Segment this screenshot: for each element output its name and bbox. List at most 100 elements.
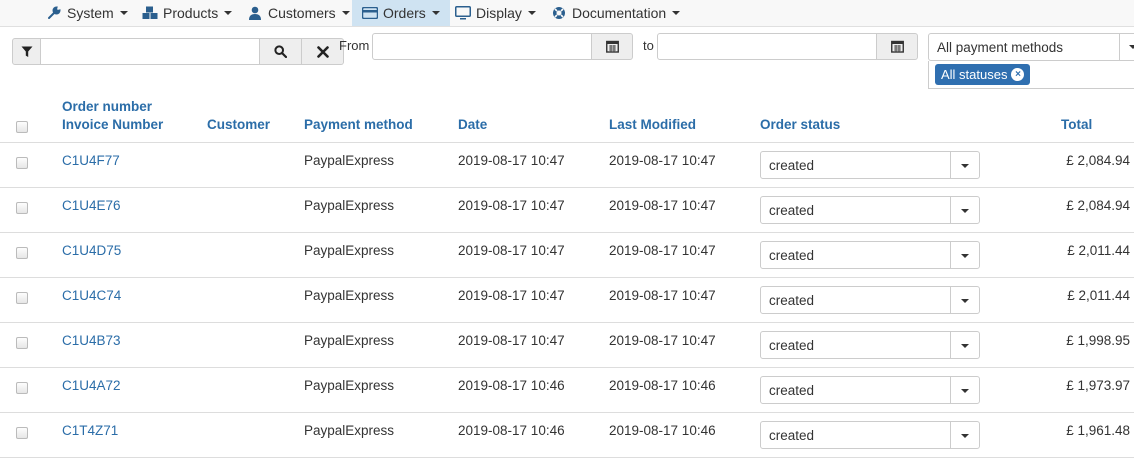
- payment-method-select[interactable]: All payment methods: [928, 33, 1134, 61]
- nav-documentation[interactable]: Documentation: [549, 0, 682, 26]
- select-divider: [950, 332, 951, 358]
- header-date[interactable]: Date: [458, 116, 487, 134]
- row-checkbox[interactable]: [16, 292, 28, 304]
- table-row[interactable]: C1U4A72 PaypalExpress 2019-08-17 10:46 2019…: [0, 367, 1134, 412]
- payment-method-cell: PaypalExpress: [304, 333, 395, 348]
- nav-customers-label: Customers: [268, 5, 336, 21]
- order-number-link[interactable]: C1U4E76: [62, 198, 121, 213]
- nav-customers[interactable]: Customers: [245, 0, 352, 26]
- header-order-number[interactable]: Order number: [62, 98, 152, 116]
- search-input[interactable]: [41, 38, 260, 65]
- payment-method-cell: PaypalExpress: [304, 243, 395, 258]
- payment-method-cell: PaypalExpress: [304, 423, 395, 438]
- table-row[interactable]: C1U4C74 PaypalExpress 2019-08-17 10:47 2019…: [0, 277, 1134, 322]
- order-status-select[interactable]: created: [760, 151, 980, 179]
- header-order-status[interactable]: Order status: [760, 116, 840, 134]
- header-last-modified[interactable]: Last Modified: [609, 116, 696, 134]
- header-payment-method[interactable]: Payment method: [304, 116, 413, 134]
- table-row[interactable]: C1U4D75 PaypalExpress 2019-08-17 10:47 2019…: [0, 232, 1134, 277]
- nav-system[interactable]: System: [44, 0, 130, 26]
- last-modified-cell: 2019-08-17 10:47: [609, 288, 716, 303]
- nav-documentation-label: Documentation: [572, 5, 667, 21]
- order-status-value: created: [769, 248, 815, 263]
- total-cell: £ 2,084.94: [1066, 198, 1130, 213]
- header-total[interactable]: Total: [1061, 116, 1092, 134]
- table-row[interactable]: C1U4F77 PaypalExpress 2019-08-17 10:47 2019…: [0, 142, 1134, 187]
- date-cell: 2019-08-17 10:47: [458, 288, 565, 303]
- order-status-select[interactable]: created: [760, 196, 980, 224]
- select-divider: [950, 242, 951, 268]
- order-status-select[interactable]: created: [760, 331, 980, 359]
- to-date-input[interactable]: [657, 33, 877, 60]
- calendar-icon: [890, 40, 904, 53]
- filter-icon: [21, 46, 32, 57]
- order-status-value: created: [769, 158, 815, 173]
- row-checkbox[interactable]: [16, 427, 28, 439]
- nav-orders-label: Orders: [383, 5, 426, 21]
- order-number-link[interactable]: C1U4B73: [62, 333, 121, 348]
- order-number-link[interactable]: C1T4Z71: [62, 423, 118, 438]
- nav-display-label: Display: [476, 5, 522, 21]
- from-label: From: [339, 38, 370, 53]
- row-checkbox[interactable]: [16, 382, 28, 394]
- search-button[interactable]: [260, 38, 302, 65]
- order-status-value: created: [769, 383, 815, 398]
- header-invoice-number[interactable]: Invoice Number: [62, 116, 163, 134]
- order-status-select[interactable]: created: [760, 241, 980, 269]
- filter-button[interactable]: [12, 38, 41, 65]
- status-multiselect[interactable]: All statuses ×: [928, 61, 1134, 89]
- nav-orders[interactable]: Orders: [352, 0, 450, 26]
- nav-products-label: Products: [163, 5, 219, 21]
- order-number-link[interactable]: C1U4C74: [62, 288, 121, 303]
- order-number-link[interactable]: C1U4D75: [62, 243, 121, 258]
- chevron-down-icon: [341, 11, 350, 15]
- payment-method-cell: PaypalExpress: [304, 378, 395, 393]
- select-all-checkbox[interactable]: [16, 121, 28, 133]
- last-modified-cell: 2019-08-17 10:47: [609, 333, 716, 348]
- search-group: [12, 38, 344, 65]
- order-number-link[interactable]: C1U4A72: [62, 378, 121, 393]
- table-row[interactable]: C1U4B73 PaypalExpress 2019-08-17 10:47 2019…: [0, 322, 1134, 367]
- total-cell: £ 1,961.48: [1066, 423, 1130, 438]
- order-status-select[interactable]: created: [760, 421, 980, 449]
- payment-method-cell: PaypalExpress: [304, 153, 395, 168]
- from-date-input[interactable]: [372, 33, 592, 60]
- row-checkbox[interactable]: [16, 157, 28, 169]
- total-cell: £ 2,011.44: [1067, 243, 1130, 258]
- last-modified-cell: 2019-08-17 10:47: [609, 243, 716, 258]
- nav-system-label: System: [67, 5, 114, 21]
- order-status-select[interactable]: created: [760, 376, 980, 404]
- to-calendar-button[interactable]: [876, 33, 918, 60]
- from-calendar-button[interactable]: [591, 33, 633, 60]
- chevron-down-icon: [527, 11, 536, 15]
- payment-method-value: All payment methods: [937, 39, 1064, 55]
- search-icon: [274, 45, 287, 58]
- chevron-down-icon: [119, 11, 128, 15]
- select-divider: [950, 377, 951, 403]
- chevron-down-icon: [961, 344, 969, 348]
- select-divider: [950, 152, 951, 178]
- status-tag[interactable]: All statuses ×: [935, 64, 1031, 85]
- last-modified-cell: 2019-08-17 10:47: [609, 198, 716, 213]
- order-status-select[interactable]: created: [760, 286, 980, 314]
- row-checkbox[interactable]: [16, 202, 28, 214]
- remove-tag-icon[interactable]: ×: [1011, 68, 1025, 81]
- nav-products[interactable]: Products: [140, 0, 234, 26]
- header-customer[interactable]: Customer: [207, 116, 270, 134]
- order-status-value: created: [769, 428, 815, 443]
- lifebuoy-icon: [551, 5, 567, 21]
- table-row[interactable]: C1T4Z71 PaypalExpress 2019-08-17 10:46 2019…: [0, 412, 1134, 457]
- chevron-down-icon: [961, 434, 969, 438]
- row-checkbox[interactable]: [16, 247, 28, 259]
- chevron-down-icon: [224, 11, 233, 15]
- order-number-link[interactable]: C1U4F77: [62, 153, 120, 168]
- user-icon: [247, 5, 263, 21]
- clear-button[interactable]: [302, 38, 344, 65]
- monitor-icon: [455, 5, 471, 21]
- table-row[interactable]: C1U4E76 PaypalExpress 2019-08-17 10:47 2019…: [0, 187, 1134, 232]
- chevron-down-icon: [672, 11, 681, 15]
- last-modified-cell: 2019-08-17 10:46: [609, 378, 716, 393]
- row-checkbox[interactable]: [16, 337, 28, 349]
- nav-display[interactable]: Display: [453, 0, 538, 26]
- status-tag-label: All statuses: [941, 67, 1008, 82]
